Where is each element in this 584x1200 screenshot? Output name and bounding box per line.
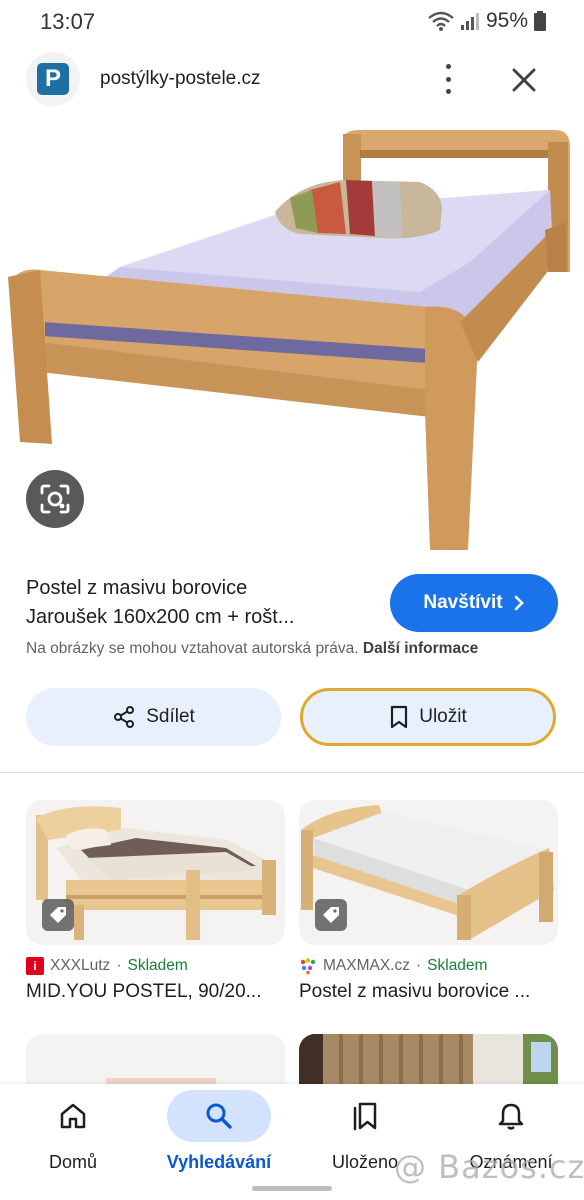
more-info-link[interactable]: Další informace (363, 640, 478, 657)
battery-icon (534, 11, 546, 31)
home-icon (60, 1103, 86, 1129)
shopping-tag-icon (42, 899, 74, 931)
store-name: MAXMAX.cz (323, 957, 410, 974)
chevron-right-icon (514, 595, 524, 611)
store-name: XXXLutz (50, 957, 111, 974)
result-title-line2: Jaroušek 160x200 cm + rošt... (26, 606, 295, 628)
bell-icon (498, 1103, 524, 1130)
site-name[interactable]: postýlky-postele.cz (100, 68, 261, 90)
bed-illustration (8, 130, 570, 550)
xxxlutz-favicon-icon: i (26, 957, 44, 975)
more-options-icon[interactable] (432, 62, 464, 96)
lens-search-icon[interactable] (26, 470, 84, 528)
copyright-notice: Na obrázky se mohou vztahovat autorská p… (26, 640, 566, 658)
status-indicators: 95% (428, 9, 546, 33)
site-logo-letter: P (37, 63, 69, 95)
wifi-icon (428, 11, 454, 31)
stock-status: Skladem (427, 957, 488, 974)
close-icon[interactable] (506, 62, 542, 98)
meta-separator: · (116, 957, 122, 974)
search-icon (206, 1103, 232, 1129)
maxmax-favicon-icon (300, 958, 316, 975)
visit-button-label: Navštívit (423, 592, 503, 613)
watermark: @ Bazos.cz (394, 1148, 584, 1186)
related-card-title[interactable]: Postel z masivu borovice ... (299, 981, 558, 1003)
save-label: Uložit (419, 706, 467, 727)
site-logo[interactable]: P (26, 52, 80, 106)
nav-home[interactable]: Domů (13, 1090, 133, 1190)
signal-icon (460, 13, 479, 30)
gesture-bar[interactable] (252, 1186, 332, 1191)
share-icon (114, 706, 135, 728)
bed-image[interactable] (0, 112, 584, 560)
nav-search-label: Vyhledávání (166, 1152, 272, 1172)
divider (0, 772, 584, 773)
meta-separator: · (415, 957, 422, 974)
share-label: Sdílet (146, 706, 195, 727)
source-header: P postýlky-postele.cz (0, 48, 584, 110)
result-title[interactable]: Postel z masivu borovice Jaroušek 160x20… (26, 574, 376, 632)
related-card-image[interactable] (299, 800, 558, 945)
result-title-line1: Postel z masivu borovice (26, 577, 248, 599)
related-card[interactable]: MAXMAX.cz · Skladem Postel z masivu boro… (299, 800, 558, 1003)
visit-button[interactable]: Navštívit (390, 574, 558, 632)
stock-status: Skladem (127, 957, 188, 974)
nav-search[interactable]: Vyhledávání (159, 1090, 279, 1190)
related-card-image[interactable] (26, 800, 285, 945)
bookmark-icon (391, 705, 408, 729)
related-card-meta: i XXXLutz · Skladem (26, 957, 285, 975)
status-time: 13:07 (40, 9, 96, 34)
battery-percent: 95% (485, 9, 528, 32)
status-bar: 13:07 95% (0, 0, 584, 44)
related-card-title[interactable]: MID.YOU POSTEL, 90/20... (26, 981, 285, 1003)
related-card-meta: MAXMAX.cz · Skladem (299, 957, 558, 975)
save-button[interactable]: Uložit (300, 688, 556, 746)
copyright-text: Na obrázky se mohou vztahovat autorská p… (26, 640, 359, 657)
bookmarks-icon (353, 1102, 377, 1131)
related-card[interactable]: i XXXLutz · Skladem MID.YOU POSTEL, 90/2… (26, 800, 285, 1003)
share-button[interactable]: Sdílet (26, 688, 281, 746)
nav-home-label: Domů (48, 1152, 97, 1172)
shopping-tag-icon (315, 899, 347, 931)
